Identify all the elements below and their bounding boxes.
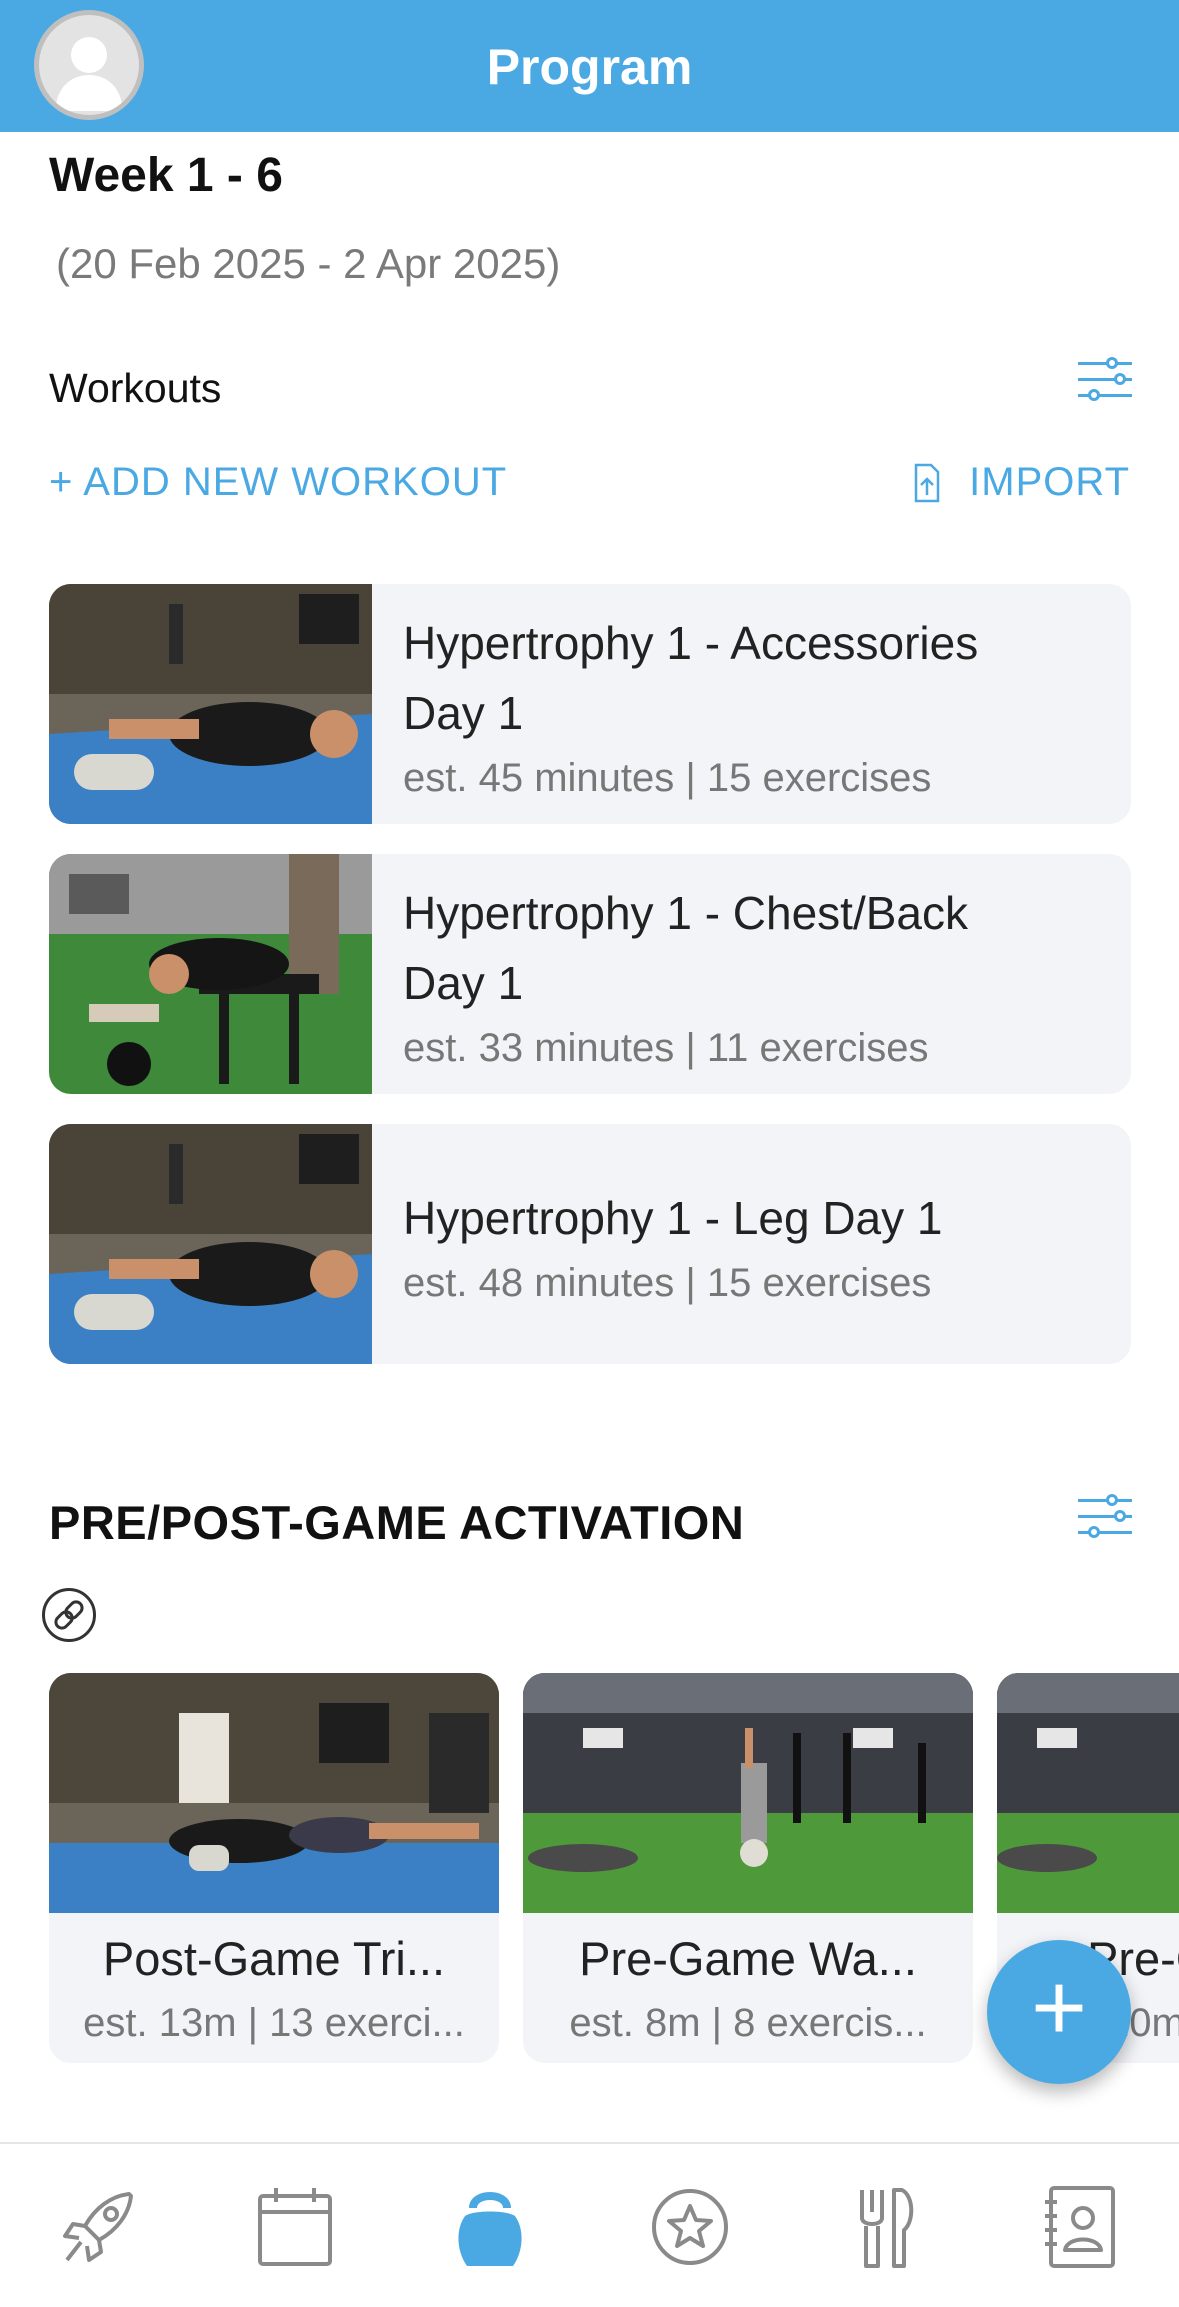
page-title: Program [486, 39, 693, 95]
nav-contacts[interactable] [1035, 2182, 1125, 2272]
link-icon[interactable] [42, 1588, 96, 1642]
activation-card[interactable]: Post-Game Tri... est. 13m | 13 exerci... [49, 1673, 499, 2063]
calendar-icon [258, 2188, 332, 2266]
nav-rocket[interactable] [55, 2182, 145, 2272]
star-badge-icon [652, 2189, 728, 2265]
activation-filter-icon[interactable] [1078, 1494, 1132, 1539]
workout-meta: est. 33 minutes | 11 exercises [403, 1025, 929, 1070]
workout-title-line2: Day 1 [403, 956, 524, 1009]
week-date-range: (20 Feb 2025 - 2 Apr 2025) [56, 240, 561, 287]
add-new-workout-button[interactable]: + ADD NEW WORKOUT [49, 460, 507, 505]
import-label: IMPORT [969, 460, 1130, 504]
workout-thumbnail [49, 854, 372, 1094]
activation-meta: est. 8m | 8 exercis... [569, 2001, 927, 2045]
activation-card[interactable]: Pre-Game Wa... est. 8m | 8 exercis... [523, 1673, 973, 2063]
workout-card[interactable]: Hypertrophy 1 - Accessories Day 1 est. 4… [49, 584, 1131, 824]
activation-meta: est. 13m | 13 exerci... [83, 2001, 465, 2045]
workout-meta: est. 48 minutes | 15 exercises [403, 1260, 932, 1305]
import-file-icon [914, 463, 940, 502]
activation-thumbnail [49, 1673, 499, 1913]
activation-section-title: PRE/POST-GAME ACTIVATION [49, 1496, 745, 1549]
workout-meta: est. 45 minutes | 15 exercises [403, 755, 932, 800]
workout-thumbnail [49, 584, 372, 824]
workout-title-line2: Day 1 [403, 686, 524, 739]
nav-calendar[interactable] [250, 2182, 340, 2272]
workout-title: Hypertrophy 1 - Leg Day 1 [403, 1191, 943, 1244]
nav-kettlebell[interactable] [445, 2182, 535, 2272]
workout-card[interactable]: Hypertrophy 1 - Chest/Back Day 1 est. 33… [49, 854, 1131, 1094]
contact-book-icon [1045, 2186, 1115, 2268]
add-fab-button[interactable]: + [987, 1940, 1131, 2084]
activation-thumbnail [997, 1673, 1179, 1913]
nav-goals[interactable] [645, 2182, 735, 2272]
workout-card[interactable]: Hypertrophy 1 - Leg Day 1 est. 48 minute… [49, 1124, 1131, 1364]
fork-knife-icon [860, 2188, 914, 2268]
workout-title: Hypertrophy 1 - Accessories [403, 616, 979, 669]
workouts-filter-icon[interactable] [1078, 357, 1132, 402]
workouts-label: Workouts [49, 365, 222, 411]
workout-thumbnail [49, 1124, 372, 1364]
nav-nutrition[interactable] [840, 2182, 930, 2272]
workout-title: Hypertrophy 1 - Chest/Back [403, 886, 969, 939]
bottom-nav [0, 2142, 1179, 2307]
rocket-icon [63, 2192, 133, 2262]
import-button[interactable]: IMPORT [913, 460, 1130, 505]
week-title: Week 1 - 6 [49, 149, 283, 202]
activation-title: Pre-Game Wa... [579, 1932, 917, 1985]
top-bar: Program [0, 0, 1179, 132]
activation-thumbnail [523, 1673, 973, 1913]
kettlebell-icon [458, 2192, 522, 2266]
activation-title: Post-Game Tri... [102, 1932, 446, 1985]
